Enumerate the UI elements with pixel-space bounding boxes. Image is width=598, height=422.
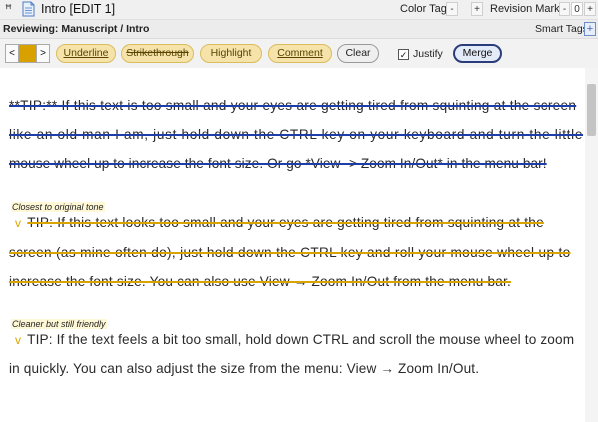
- color-tag-plus-button[interactable]: +: [471, 2, 483, 16]
- revision-marker-plus-button[interactable]: +: [584, 2, 596, 16]
- markup-toolbar: < > Underline Strikethrough Highlight Co…: [0, 39, 598, 69]
- revision-marker-label: Revision Marker: [490, 3, 570, 15]
- suggestion-1-line-1-text: TIP: If this text looks too small and yo…: [27, 215, 544, 230]
- smart-tags-label: Smart Tags: [535, 23, 588, 35]
- section-label-cleaner: Cleaner but still friendly: [11, 319, 107, 329]
- suggestion-2-line-1: v TIP: If the text feels a bit too small,…: [15, 332, 574, 347]
- smart-tags-add-button[interactable]: +: [584, 22, 596, 36]
- color-tag-label: Color Tag: [400, 3, 447, 15]
- suggestion-1-line-2: screen (as mine often do), just hold dow…: [9, 245, 571, 260]
- underline-button[interactable]: Underline: [56, 44, 116, 63]
- title-bar: ꟸ Intro [EDIT 1] Color Tag - + Revision …: [0, 0, 598, 20]
- expand-caret-icon[interactable]: v: [15, 216, 21, 230]
- highlight-button[interactable]: Highlight: [200, 44, 262, 63]
- next-color-button[interactable]: >: [36, 44, 50, 63]
- scrollbar-thumb[interactable]: [587, 84, 596, 136]
- original-text-line-2: like an old man I am, just hold down the…: [9, 127, 584, 142]
- justify-label: Justify: [413, 48, 443, 60]
- clear-button[interactable]: Clear: [337, 44, 379, 63]
- review-bar: Reviewing: Manuscript / Intro Smart Tags…: [0, 20, 598, 39]
- color-swatch[interactable]: [19, 44, 36, 63]
- revision-marker-minus-button[interactable]: -: [559, 2, 570, 16]
- suggestion-1-line-1: v TIP: If this text looks too small and y…: [15, 215, 544, 230]
- editor-content[interactable]: **TIP:** If this text is too small and y…: [0, 68, 585, 422]
- suggestion-1-line-3: increase the font size. You can also use…: [9, 274, 511, 289]
- original-text-line-3: mouse wheel up to increase the font size…: [9, 156, 547, 171]
- merge-button[interactable]: Merge: [453, 44, 502, 63]
- color-tag-minus-button[interactable]: -: [446, 2, 458, 16]
- review-status: Reviewing: Manuscript / Intro: [3, 23, 150, 35]
- pin-icon[interactable]: ꟸ: [5, 2, 12, 16]
- revision-marker-value[interactable]: 0: [571, 2, 583, 16]
- justify-checkbox[interactable]: ✓: [398, 49, 409, 60]
- prev-color-button[interactable]: <: [5, 44, 19, 63]
- document-title: Intro [EDIT 1]: [41, 2, 116, 16]
- expand-caret-icon[interactable]: v: [15, 333, 21, 347]
- original-text-line-1: **TIP:** If this text is too small and y…: [9, 98, 577, 113]
- strikethrough-button[interactable]: Strikethrough: [121, 44, 194, 63]
- document-icon: [22, 1, 35, 17]
- suggestion-2-line-2: in quickly. You can also adjust the size…: [9, 361, 480, 376]
- section-label-closest: Closest to original tone: [11, 202, 105, 212]
- suggestion-2-line-1-text: TIP: If the text feels a bit too small, …: [27, 332, 575, 347]
- comment-button[interactable]: Comment: [268, 44, 332, 63]
